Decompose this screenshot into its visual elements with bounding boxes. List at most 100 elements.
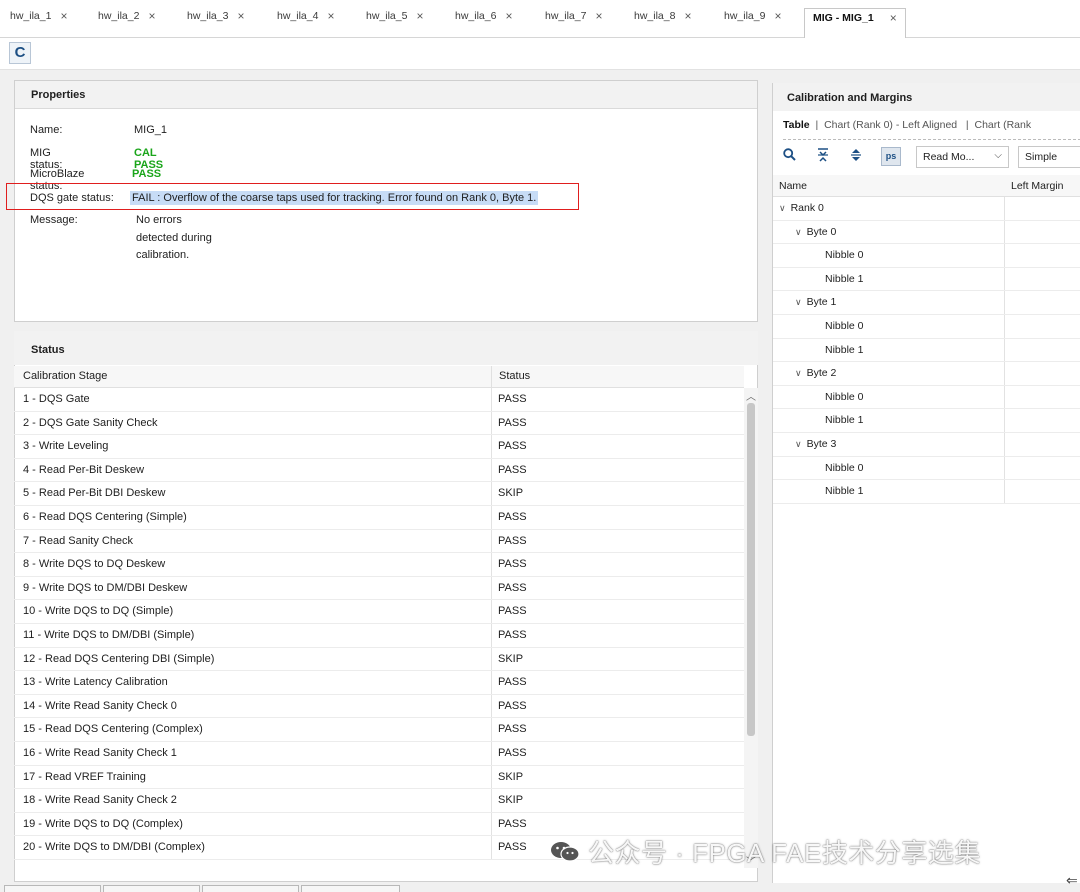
chevron-down-icon[interactable]: ∨ (795, 439, 802, 449)
bottom-tab[interactable] (4, 885, 101, 892)
table-row[interactable]: 11 - Write DQS to DM/DBI (Simple) PASS (14, 624, 744, 648)
col-header-name[interactable]: Name (779, 180, 807, 192)
close-icon[interactable]: × (774, 10, 781, 22)
close-icon[interactable]: × (595, 10, 602, 22)
calibration-title: Calibration and Margins (773, 83, 1080, 111)
chevron-down-icon[interactable]: ∨ (795, 297, 802, 307)
table-row[interactable]: 15 - Read DQS Centering (Complex) PASS (14, 718, 744, 742)
tree-node: Nibble 0 (825, 320, 864, 332)
close-icon[interactable]: × (890, 12, 897, 24)
tab-hw-ila-9[interactable]: hw_ila_9 × (724, 10, 781, 36)
tab-hw-ila-8[interactable]: hw_ila_8 × (634, 10, 691, 36)
tree-row[interactable]: ∨ Rank 0 (773, 197, 1080, 221)
column-divider (491, 789, 492, 812)
chevron-down-icon[interactable]: ∨ (795, 368, 802, 378)
chevron-down-icon[interactable]: ∨ (779, 203, 786, 213)
ps-units-toggle[interactable]: ps (881, 147, 901, 166)
close-icon[interactable]: × (237, 10, 244, 22)
corner-arrow-icon[interactable]: ⇐ (1066, 872, 1078, 889)
search-icon[interactable] (783, 148, 796, 164)
calibration-stage-cell: 17 - Read VREF Training (23, 770, 146, 783)
tab-hw-ila-7[interactable]: hw_ila_7 × (545, 10, 602, 36)
table-row[interactable]: 18 - Write Read Sanity Check 2 SKIP (14, 789, 744, 813)
tree-node: Nibble 1 (825, 485, 864, 497)
scroll-up-icon[interactable]: ︿ (746, 388, 756, 403)
tree-row[interactable]: Nibble 1 (773, 267, 1080, 292)
table-row[interactable]: 7 - Read Sanity Check PASS (14, 529, 744, 554)
calibration-stage-cell: 7 - Read Sanity Check (23, 534, 134, 547)
chevron-down-icon[interactable]: ∨ (795, 227, 802, 237)
tab-hw-ila-1[interactable]: hw_ila_1 × (10, 10, 67, 36)
read-mode-select[interactable]: Read Mo... ⌵ (916, 146, 1009, 168)
tab-hw-ila-5[interactable]: hw_ila_5 × (366, 10, 423, 36)
tree-row[interactable]: ∨ Byte 1 (773, 291, 1080, 315)
tab-hw-ila-2[interactable]: hw_ila_2 × (98, 10, 155, 36)
status-cell: PASS (498, 605, 527, 618)
calibration-stage-cell: 1 - DQS Gate (23, 393, 90, 405)
table-row[interactable]: 9 - Write DQS to DM/DBI Deskew PASS (14, 576, 744, 601)
view-tab-chart-rank[interactable]: Chart (Rank (975, 119, 1032, 131)
table-row[interactable]: 2 - DQS Gate Sanity Check PASS (14, 411, 744, 436)
status-cell: PASS (498, 723, 527, 736)
close-icon[interactable]: × (148, 10, 155, 22)
col-header-status[interactable]: Status (491, 366, 744, 388)
close-icon[interactable]: × (684, 10, 691, 22)
table-row[interactable]: 8 - Write DQS to DQ Deskew PASS (14, 553, 744, 577)
tree-row[interactable]: Nibble 1 (773, 409, 1080, 433)
tree-row[interactable]: Nibble 1 (773, 338, 1080, 363)
close-icon[interactable]: × (416, 10, 423, 22)
close-icon[interactable]: × (327, 10, 334, 22)
column-divider (491, 411, 492, 435)
tab-hw-ila-4[interactable]: hw_ila_4 × (277, 10, 334, 36)
table-row[interactable]: 5 - Read Per-Bit DBI Deskew SKIP (14, 482, 744, 506)
tree-row[interactable]: Nibble 0 (773, 456, 1080, 481)
table-row[interactable]: 17 - Read VREF Training SKIP (14, 765, 744, 790)
view-tab-table[interactable]: Table (783, 119, 810, 131)
table-row[interactable]: 10 - Write DQS to DQ (Simple) PASS (14, 600, 744, 624)
tab-hw-ila-6[interactable]: hw_ila_6 × (455, 10, 512, 36)
calibration-stage-cell: 12 - Read DQS Centering DBI (Simple) (23, 652, 215, 665)
status-scrollbar[interactable]: ︿ ﹀ (744, 388, 758, 868)
tree-row[interactable]: Nibble 1 (773, 480, 1080, 504)
calibration-stage-cell: 10 - Write DQS to DQ (Simple) (23, 605, 174, 618)
tree-row[interactable]: ∨ Byte 3 (773, 433, 1080, 457)
status-cell: SKIP (498, 770, 524, 783)
column-divider (491, 576, 492, 600)
table-row[interactable]: 14 - Write Read Sanity Check 0 PASS (14, 694, 744, 719)
close-icon[interactable]: × (60, 10, 67, 22)
scrollbar-thumb[interactable] (747, 403, 755, 736)
calibration-stage-cell: 3 - Write Leveling (23, 440, 109, 453)
column-divider (1004, 291, 1005, 314)
tree-row[interactable]: Nibble 0 (773, 315, 1080, 339)
refresh-icon[interactable]: C (9, 42, 31, 64)
table-row[interactable]: 6 - Read DQS Centering (Simple) PASS (14, 506, 744, 530)
calibration-stage-cell: 8 - Write DQS to DQ Deskew (23, 558, 166, 571)
table-row[interactable]: 12 - Read DQS Centering DBI (Simple) SKIP (14, 647, 744, 672)
simple-select[interactable]: Simple (1018, 146, 1080, 168)
table-row[interactable]: 4 - Read Per-Bit Deskew PASS (14, 458, 744, 483)
bottom-tab[interactable] (103, 885, 200, 892)
tree-row[interactable]: Nibble 0 (773, 385, 1080, 410)
tree-row[interactable]: Nibble 0 (773, 244, 1080, 268)
collapse-all-icon[interactable] (817, 148, 829, 165)
column-divider (1004, 385, 1005, 409)
tab-mig-mig-1[interactable]: MIG - MIG_1 × (804, 8, 906, 38)
tree-row[interactable]: ∨ Byte 0 (773, 220, 1080, 245)
view-tab-chart-rank0[interactable]: Chart (Rank 0) - Left Aligned (824, 119, 957, 131)
tree-row[interactable]: ∨ Byte 2 (773, 362, 1080, 386)
table-row[interactable]: 13 - Write Latency Calibration PASS (14, 671, 744, 695)
calibration-stage-cell: 2 - DQS Gate Sanity Check (23, 416, 158, 429)
bottom-tab[interactable] (301, 885, 400, 892)
bottom-tab[interactable] (202, 885, 299, 892)
col-header-left-margin[interactable]: Left Margin (1011, 180, 1064, 192)
column-divider (491, 812, 492, 836)
table-row[interactable]: 3 - Write Leveling PASS (14, 435, 744, 459)
table-row[interactable]: 1 - DQS Gate PASS (14, 388, 744, 412)
close-icon[interactable]: × (505, 10, 512, 22)
expand-all-icon[interactable] (850, 148, 862, 165)
tree-node: Nibble 0 (825, 391, 864, 403)
tab-hw-ila-3[interactable]: hw_ila_3 × (187, 10, 244, 36)
calibration-stage-cell: 5 - Read Per-Bit DBI Deskew (23, 487, 166, 500)
col-header-calibration-stage[interactable]: Calibration Stage (14, 366, 491, 388)
table-row[interactable]: 16 - Write Read Sanity Check 1 PASS (14, 742, 744, 766)
